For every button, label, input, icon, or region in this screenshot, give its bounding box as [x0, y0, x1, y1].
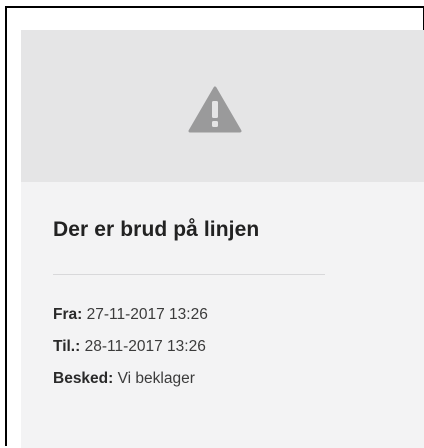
- message-value: Vi beklager: [117, 370, 195, 387]
- message-label: Besked:: [53, 370, 114, 387]
- to-row: Til.: 28-11-2017 13:26: [53, 338, 206, 356]
- screenshot-frame: Der er brud på linjen Fra: 27-11-2017 13…: [5, 6, 424, 448]
- warning-triangle-icon: [188, 86, 242, 133]
- notice-header: [21, 30, 424, 182]
- from-row: Fra: 27-11-2017 13:26: [53, 306, 208, 324]
- notice-title: Der er brud på linjen: [53, 218, 260, 241]
- to-value: 28-11-2017 13:26: [84, 338, 206, 355]
- message-row: Besked: Vi beklager: [53, 370, 195, 388]
- to-label: Til.:: [53, 338, 81, 355]
- title-divider: [53, 274, 325, 275]
- from-value: 27-11-2017 13:26: [86, 306, 208, 323]
- outage-notice-card: Der er brud på linjen Fra: 27-11-2017 13…: [21, 30, 424, 448]
- from-label: Fra:: [53, 306, 83, 323]
